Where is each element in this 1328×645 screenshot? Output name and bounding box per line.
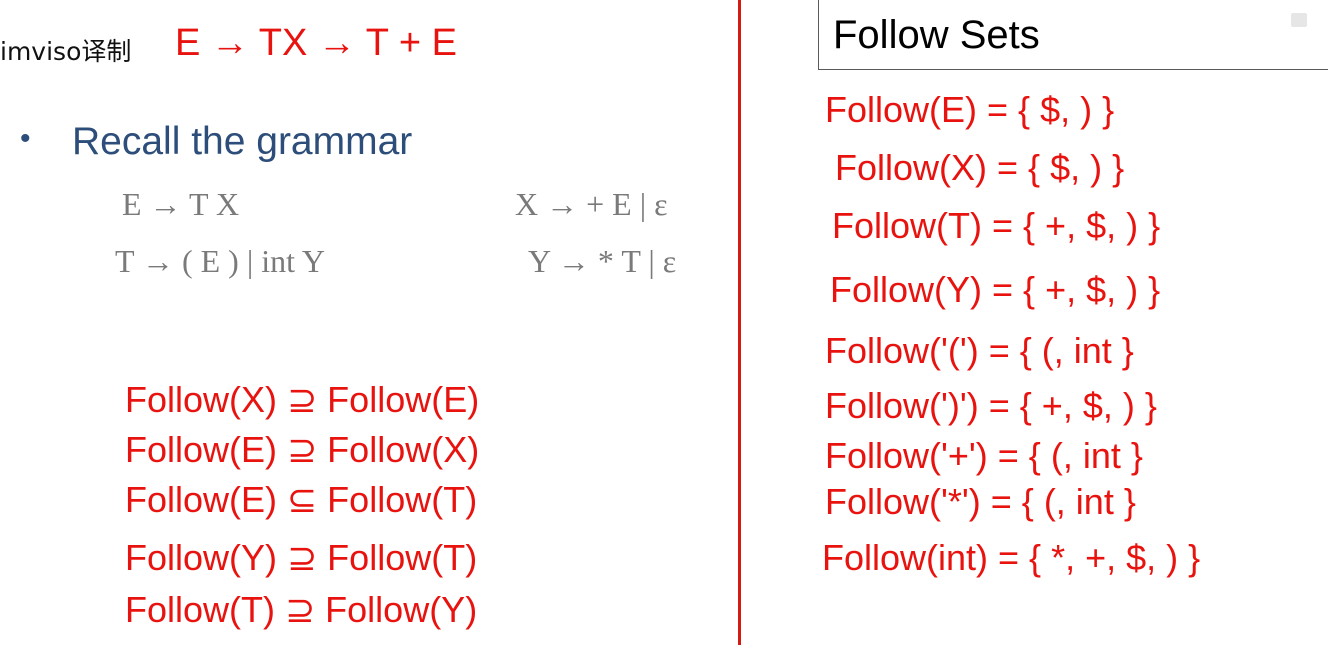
follow-set-row-lparen: Follow('(') = { (, int } (825, 330, 1134, 371)
follow-constraint-1: Follow(X) ⊇ Follow(E) (125, 379, 480, 420)
grammar-rule-t: T → ( E ) | int Y (115, 243, 325, 279)
follow-set-row-plus: Follow('+') = { (, int } (825, 435, 1143, 476)
caption-icon (1291, 13, 1307, 27)
recall-heading: Recall the grammar (72, 120, 413, 163)
follow-set-row-y: Follow(Y) = { +, $, ) } (830, 269, 1161, 310)
follow-sets-title-box: Follow Sets (818, 0, 1328, 70)
follow-set-row-x: Follow(X) = { $, ) } (835, 147, 1125, 188)
watermark-text: imviso译制 (0, 37, 132, 66)
grammar-rule-y: Y → * T | ε (528, 243, 677, 279)
grammar-rule-x: X → + E | ε (515, 186, 668, 222)
bullet-icon: • (20, 122, 31, 155)
follow-set-row-e: Follow(E) = { $, ) } (825, 89, 1115, 130)
follow-constraint-5: Follow(T) ⊇ Follow(Y) (125, 589, 478, 630)
top-derivation-note: E → TX → T + E (175, 22, 457, 64)
follow-constraint-4: Follow(Y) ⊇ Follow(T) (125, 537, 478, 578)
grammar-rule-e: E → T X (122, 186, 240, 222)
follow-set-row-int: Follow(int) = { *, +, $, ) } (822, 537, 1201, 578)
follow-set-row-t: Follow(T) = { +, $, ) } (832, 205, 1161, 246)
follow-sets-title: Follow Sets (833, 13, 1040, 57)
follow-constraint-2: Follow(E) ⊇ Follow(X) (125, 429, 480, 470)
follow-constraint-3: Follow(E) ⊆ Follow(T) (125, 479, 478, 520)
follow-set-row-rparen: Follow(')') = { +, $, ) } (825, 385, 1157, 426)
follow-set-row-star: Follow('*') = { (, int } (825, 481, 1136, 522)
divider-line (738, 0, 741, 645)
